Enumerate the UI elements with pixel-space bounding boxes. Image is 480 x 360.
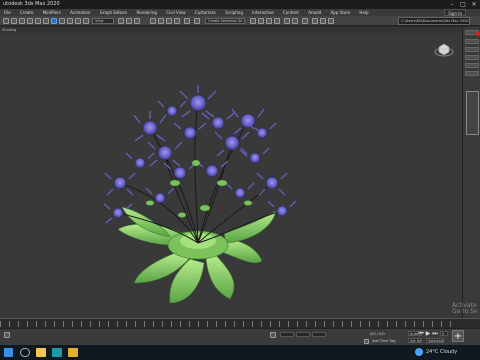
select-by-name-icon[interactable] [51, 18, 57, 24]
select-rotate-icon[interactable] [83, 18, 89, 24]
set-key-button[interactable]: Set Key [408, 338, 422, 343]
rendered-frame-window-icon[interactable] [320, 18, 326, 24]
go-to-start-icon[interactable]: ⏮ [418, 331, 424, 337]
scene-explorer-icon[interactable] [258, 18, 264, 24]
viewcube-icon[interactable] [434, 41, 454, 57]
windows-activation-notice: Activate Go to Se [452, 303, 478, 315]
bind-space-warp-icon[interactable] [35, 18, 41, 24]
material-editor-icon[interactable] [302, 18, 308, 24]
menu-rendering[interactable]: Rendering [133, 9, 161, 16]
render-production-icon[interactable] [328, 18, 334, 24]
modifier-list-dropdown[interactable] [465, 47, 479, 52]
maximize-button[interactable]: □ [458, 0, 468, 9]
grid-coords-label: 0/0 / 0/0 [370, 332, 385, 336]
percent-snap-icon[interactable] [166, 18, 172, 24]
align-icon[interactable] [250, 18, 256, 24]
title-bar: utodesk 3ds Max 2020 – □ ✕ [0, 0, 480, 9]
plant-model-render [103, 85, 297, 304]
go-to-end-icon[interactable]: ⏭ [432, 331, 438, 337]
add-viewport-button[interactable]: + [452, 330, 464, 342]
snaps-toggle-icon[interactable] [150, 18, 156, 24]
named-selection-set-select[interactable]: Create Selection Se [205, 18, 245, 24]
menu-help[interactable]: Help [355, 9, 372, 16]
edit-named-selection-icon[interactable] [184, 18, 190, 24]
spinner-snap-icon[interactable] [174, 18, 180, 24]
sign-in-button[interactable]: Sign In [444, 9, 466, 16]
window-title: utodesk 3ds Max 2020 [3, 1, 60, 7]
key-filter-select[interactable]: Selected [426, 338, 444, 343]
hierarchy-tab[interactable] [465, 55, 479, 60]
add-time-tag-label[interactable]: Add Time Tag [372, 339, 396, 343]
project-path-field[interactable]: C:\Users\EN\Documents\3ds Max 2020 [398, 17, 470, 25]
play-icon[interactable]: ▶ [425, 331, 431, 337]
undo-icon[interactable] [3, 18, 9, 24]
unlink-icon[interactable] [27, 18, 33, 24]
x-coord-field[interactable] [280, 332, 294, 337]
current-frame-field[interactable]: 0 [440, 331, 448, 336]
windows-icon[interactable] [4, 348, 13, 357]
app-window: utodesk 3ds Max 2020 – □ ✕ File Create M… [0, 0, 480, 360]
perspective-viewport[interactable] [0, 33, 462, 318]
modify-color-swatch[interactable] [476, 32, 480, 36]
mirror-icon[interactable] [194, 18, 200, 24]
z-coord-field[interactable] [312, 332, 326, 337]
status-bar: 0/0 / 0/0 Add Time Tag Auto Key Set Key … [0, 328, 480, 345]
redo-icon[interactable] [11, 18, 17, 24]
menu-animation[interactable]: Animation [66, 9, 94, 16]
menu-graph-editors[interactable]: Graph Editors [96, 9, 131, 16]
activation-line-2: Go to Se [452, 308, 478, 315]
viewport-shading-label[interactable]: Shading [2, 28, 16, 32]
modifier-stack-list[interactable] [466, 91, 479, 135]
timeline-ticks [0, 321, 456, 327]
close-button[interactable]: ✕ [469, 0, 479, 9]
menu-bar: File Create Modifiers Animation Graph Ed… [0, 9, 480, 16]
select-manipulate-icon[interactable] [126, 18, 132, 24]
menu-file[interactable]: File [0, 9, 15, 16]
menu-scripting[interactable]: Scripting [221, 9, 247, 16]
window-crossing-icon[interactable] [67, 18, 73, 24]
maxscript-listener-icon[interactable] [4, 332, 10, 338]
windows-taskbar: 24°C Cloudy [0, 345, 480, 360]
angle-snap-icon[interactable] [158, 18, 164, 24]
layer-explorer-icon[interactable] [266, 18, 272, 24]
reference-coord-select[interactable]: View [92, 18, 114, 24]
search-icon[interactable] [20, 348, 30, 357]
stem-bracts [145, 159, 253, 218]
menu-modifiers[interactable]: Modifiers [39, 9, 65, 16]
menu-create[interactable]: Create [16, 9, 37, 16]
command-panel [462, 27, 480, 318]
time-slider[interactable] [0, 318, 480, 328]
render-setup-icon[interactable] [312, 18, 318, 24]
select-object-icon[interactable] [43, 18, 49, 24]
lock-selection-icon[interactable] [270, 332, 276, 338]
pivot-center-icon[interactable] [118, 18, 124, 24]
select-move-icon[interactable] [75, 18, 81, 24]
y-coord-field[interactable] [296, 332, 310, 337]
ribbon-icon[interactable] [274, 18, 280, 24]
curve-editor-icon[interactable] [284, 18, 290, 24]
menu-civil-view[interactable]: Civil View [162, 9, 189, 16]
time-tag-icon[interactable] [364, 339, 369, 344]
keyboard-shortcut-icon[interactable] [134, 18, 140, 24]
menu-interactive[interactable]: Interactive [248, 9, 278, 16]
menu-app-store[interactable]: App Store [326, 9, 354, 16]
weather-icon [415, 348, 423, 356]
folder-icon[interactable] [68, 348, 78, 357]
menu-customize[interactable]: Customize [191, 9, 220, 16]
rectangular-selection-icon[interactable] [59, 18, 65, 24]
link-icon[interactable] [19, 18, 25, 24]
display-tab[interactable] [465, 71, 479, 76]
modify-tab[interactable] [465, 39, 479, 44]
weather-text[interactable]: 24°C Cloudy [426, 350, 457, 355]
3dsmax-icon[interactable] [52, 348, 62, 357]
menu-arnold[interactable]: Arnold [304, 9, 325, 16]
schematic-view-icon[interactable] [292, 18, 298, 24]
menu-content[interactable]: Content [279, 9, 303, 16]
flower-heads [103, 85, 297, 224]
motion-tab[interactable] [465, 63, 479, 68]
minimize-button[interactable]: – [447, 0, 457, 9]
file-explorer-icon[interactable] [36, 348, 46, 357]
